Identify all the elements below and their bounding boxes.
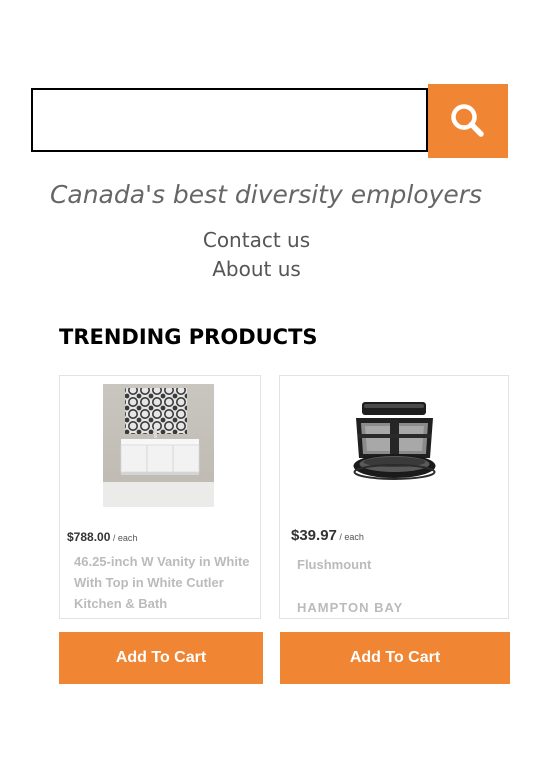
product-brand: HAMPTON BAY (297, 600, 404, 615)
add-to-cart-button[interactable]: Add To Cart (59, 632, 263, 684)
price-unit: / each (110, 533, 138, 543)
product-card[interactable]: $788.00 / each 46.25-inch W Vanity in Wh… (59, 375, 261, 619)
contact-us-link[interactable]: Contact us (0, 228, 513, 252)
price-value: $788.00 (67, 530, 111, 544)
flushmount-product-image[interactable] (342, 396, 447, 496)
product-name[interactable]: 46.25-inch W Vanity in White With Top in… (74, 551, 260, 614)
tagline: Canada's best diversity employers (49, 180, 483, 209)
product-name[interactable]: Flushmount (297, 554, 497, 575)
price-value: $39.97 (291, 527, 337, 544)
add-to-cart-button[interactable]: Add To Cart (280, 632, 510, 684)
search-button[interactable] (428, 84, 508, 158)
section-title: TRENDING PRODUCTS (59, 325, 318, 349)
product-card[interactable]: $39.97 / each Flushmount HAMPTON BAY (279, 375, 509, 619)
product-price: $39.97 / each (291, 527, 364, 544)
about-us-link[interactable]: About us (0, 257, 513, 281)
search-input[interactable] (33, 90, 426, 150)
vanity-product-image[interactable] (103, 384, 214, 507)
product-price: $788.00 / each (67, 530, 137, 544)
page: Canada's best diversity employers Contac… (0, 0, 540, 764)
search-icon (451, 104, 484, 137)
price-unit: / each (336, 532, 364, 542)
search-box (31, 88, 428, 152)
